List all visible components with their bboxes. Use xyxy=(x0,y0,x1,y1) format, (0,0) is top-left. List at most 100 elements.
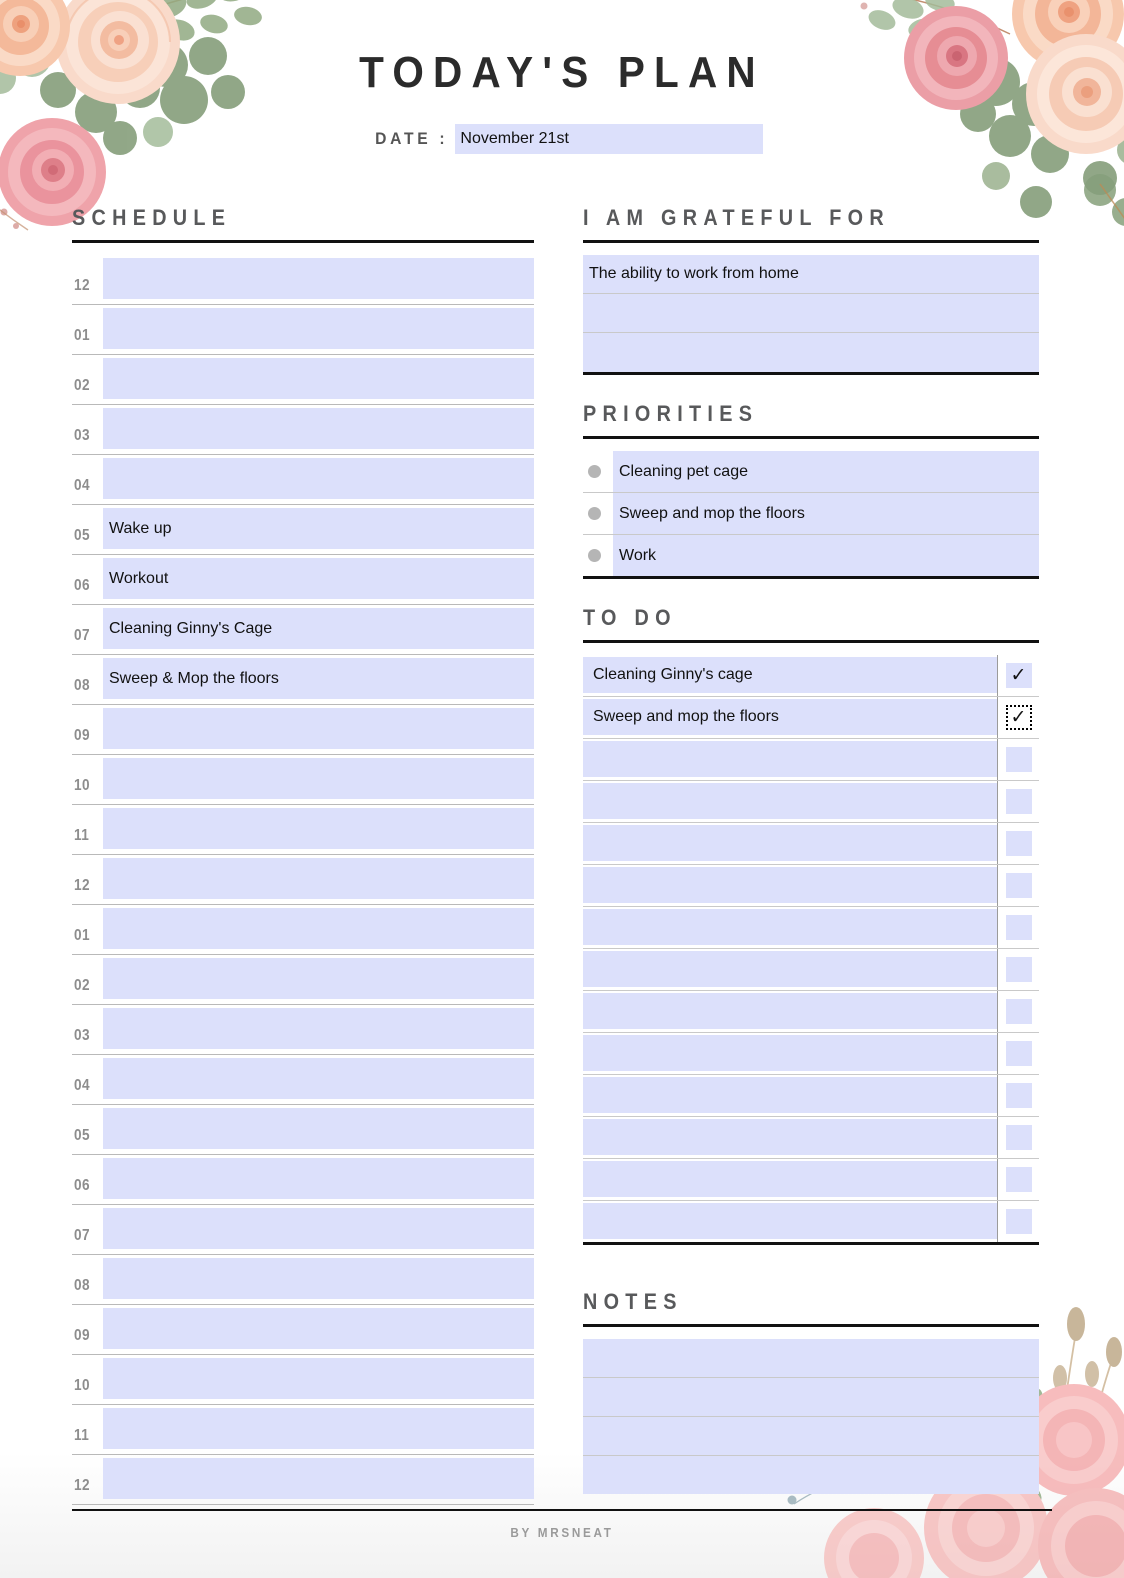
todo-checkbox[interactable] xyxy=(1005,1125,1032,1150)
schedule-entry-input[interactable] xyxy=(103,758,534,799)
schedule-row: 07 Cleaning Ginny's Cage xyxy=(72,605,534,655)
schedule-hour-label: 02 xyxy=(74,377,90,394)
schedule-row: 11 xyxy=(72,805,534,855)
schedule-row: 10 xyxy=(72,1355,534,1405)
schedule-hour-label: 07 xyxy=(74,1227,90,1244)
schedule-row: 12 xyxy=(72,255,534,305)
schedule-entry-input[interactable] xyxy=(103,1358,534,1399)
schedule-row: 05 xyxy=(72,1105,534,1155)
todo-input[interactable] xyxy=(583,783,997,819)
schedule-hour-label: 08 xyxy=(74,1277,90,1294)
todo-input[interactable] xyxy=(583,1161,997,1197)
schedule-entry-input[interactable] xyxy=(103,1408,534,1449)
grateful-input[interactable] xyxy=(583,294,1039,333)
todo-input[interactable] xyxy=(583,741,997,777)
schedule-hour-label: 12 xyxy=(74,1477,90,1494)
schedule-entry-input[interactable] xyxy=(103,858,534,899)
schedule-entry-input[interactable] xyxy=(103,708,534,749)
notes-section: NOTES xyxy=(583,1289,1039,1494)
todo-checkbox[interactable] xyxy=(1005,873,1032,898)
notes-input[interactable] xyxy=(583,1417,1039,1456)
todo-input[interactable]: Cleaning Ginny's cage xyxy=(583,657,997,693)
todo-row xyxy=(583,1033,1039,1075)
schedule-row: 11 xyxy=(72,1405,534,1455)
schedule-entry-input[interactable] xyxy=(103,1058,534,1099)
todo-input[interactable] xyxy=(583,1119,997,1155)
todo-checkbox[interactable] xyxy=(1005,1041,1032,1066)
schedule-row: 06 Workout xyxy=(72,555,534,605)
schedule-entry-input[interactable] xyxy=(103,458,534,499)
schedule-entry-input[interactable] xyxy=(103,908,534,949)
schedule-row: 03 xyxy=(72,1005,534,1055)
priority-input[interactable]: Work xyxy=(613,535,1039,576)
todo-checkbox[interactable] xyxy=(1005,789,1032,814)
schedule-entry-input[interactable] xyxy=(103,1308,534,1349)
date-input[interactable]: November 21st xyxy=(455,124,764,154)
todo-row: Cleaning Ginny's cage ✓ xyxy=(583,655,1039,697)
notes-input[interactable] xyxy=(583,1456,1039,1494)
schedule-row: 04 xyxy=(72,1055,534,1105)
todo-checkbox[interactable]: ✓ xyxy=(1005,663,1032,688)
grateful-input[interactable]: The ability to work from home xyxy=(583,255,1039,294)
todo-checkbox[interactable] xyxy=(1005,1209,1032,1234)
schedule-entry-input[interactable] xyxy=(103,408,534,449)
notes-input[interactable] xyxy=(583,1339,1039,1378)
schedule-hour-label: 11 xyxy=(74,1427,90,1444)
schedule-row: 12 xyxy=(72,1455,534,1505)
schedule-entry-input[interactable]: Sweep & Mop the floors xyxy=(103,658,534,699)
schedule-entry-input[interactable]: Workout xyxy=(103,558,534,599)
grateful-section: I AM GRATEFUL FOR The ability to work fr… xyxy=(583,205,1039,375)
page-title: TODAY'S PLAN xyxy=(359,48,765,97)
schedule-entry-input[interactable] xyxy=(103,1258,534,1299)
todo-checkbox[interactable] xyxy=(1005,1083,1032,1108)
schedule-entry-input[interactable]: Cleaning Ginny's Cage xyxy=(103,608,534,649)
todo-heading: TO DO xyxy=(583,605,677,630)
schedule-entry-input[interactable] xyxy=(103,1108,534,1149)
todo-top-rule xyxy=(583,640,1039,643)
todo-checkbox[interactable] xyxy=(1005,915,1032,940)
schedule-entry-input[interactable] xyxy=(103,358,534,399)
schedule-row: 04 xyxy=(72,455,534,505)
todo-rows: Cleaning Ginny's cage ✓ Sweep and mop the … xyxy=(583,655,1039,1245)
schedule-entry-input[interactable] xyxy=(103,1008,534,1049)
todo-input[interactable] xyxy=(583,951,997,987)
schedule-entry-input[interactable] xyxy=(103,258,534,299)
schedule-row: 05 Wake up xyxy=(72,505,534,555)
todo-checkbox[interactable] xyxy=(1005,831,1032,856)
schedule-entry-input[interactable] xyxy=(103,958,534,999)
schedule-entry-input[interactable] xyxy=(103,1458,534,1499)
schedule-entry-input[interactable] xyxy=(103,1158,534,1199)
todo-input[interactable] xyxy=(583,909,997,945)
floral-decoration-top-left xyxy=(0,0,330,240)
todo-input[interactable] xyxy=(583,825,997,861)
todo-input[interactable] xyxy=(583,1077,997,1113)
schedule-entry-input[interactable]: Wake up xyxy=(103,508,534,549)
schedule-row: 12 xyxy=(72,855,534,905)
schedule-entry-input[interactable] xyxy=(103,308,534,349)
todo-checkbox[interactable] xyxy=(1005,1167,1032,1192)
schedule-hour-label: 02 xyxy=(74,977,90,994)
todo-input[interactable] xyxy=(583,1203,997,1239)
priorities-heading: PRIORITIES xyxy=(583,401,759,426)
grateful-top-rule xyxy=(583,240,1039,243)
todo-checkbox[interactable] xyxy=(1005,999,1032,1024)
schedule-entry-input[interactable] xyxy=(103,808,534,849)
grateful-input[interactable] xyxy=(583,333,1039,372)
todo-input[interactable] xyxy=(583,1035,997,1071)
todo-row xyxy=(583,823,1039,865)
schedule-hour-label: 06 xyxy=(74,1177,90,1194)
todo-input[interactable] xyxy=(583,993,997,1029)
schedule-entry-input[interactable] xyxy=(103,1208,534,1249)
schedule-row: 10 xyxy=(72,755,534,805)
todo-checkbox[interactable] xyxy=(1005,747,1032,772)
todo-input[interactable]: Sweep and mop the floors xyxy=(583,699,997,735)
todo-checkbox[interactable]: ✓ xyxy=(1005,705,1032,730)
schedule-row: 09 xyxy=(72,705,534,755)
todo-row xyxy=(583,991,1039,1033)
todo-row xyxy=(583,949,1039,991)
todo-checkbox[interactable] xyxy=(1005,957,1032,982)
priority-input[interactable]: Cleaning pet cage xyxy=(613,451,1039,492)
notes-input[interactable] xyxy=(583,1378,1039,1417)
priority-input[interactable]: Sweep and mop the floors xyxy=(613,493,1039,534)
todo-input[interactable] xyxy=(583,867,997,903)
